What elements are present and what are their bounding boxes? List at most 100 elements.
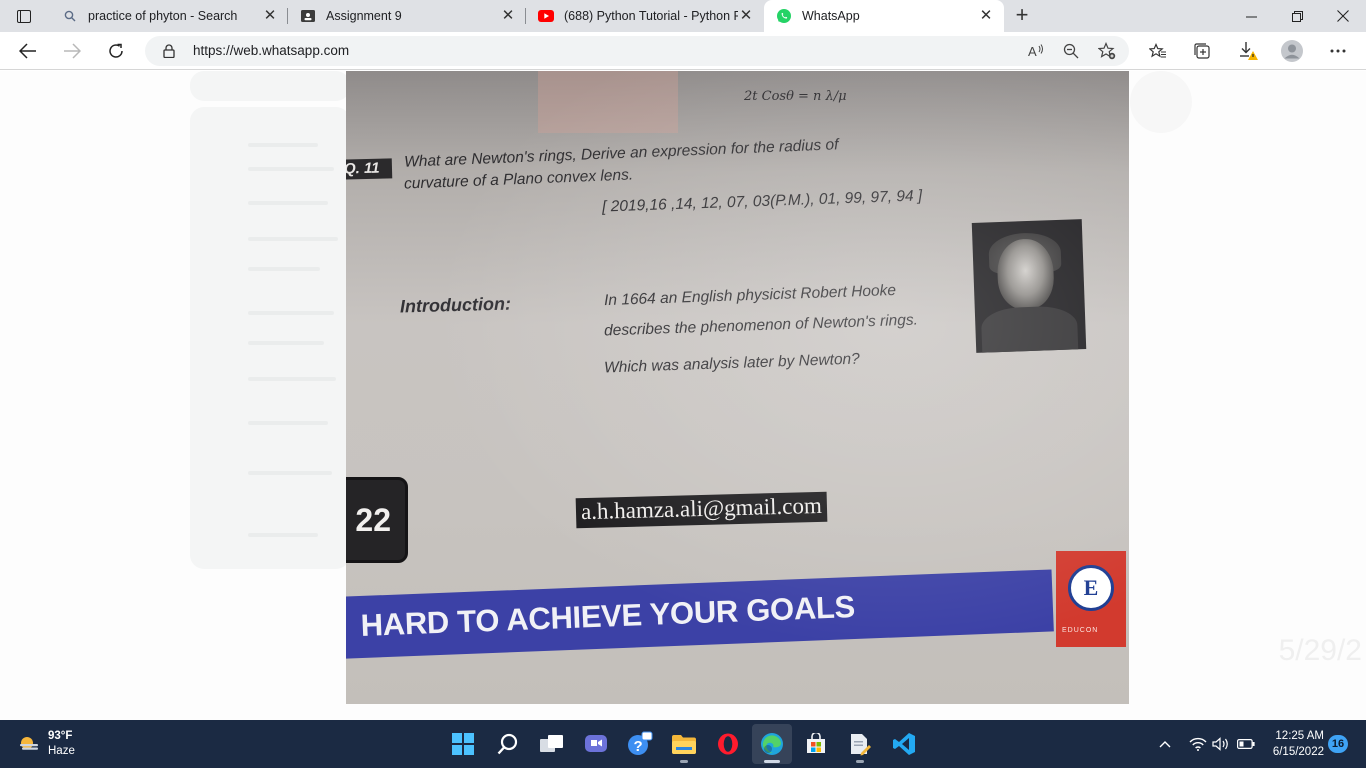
notification-badge[interactable]: 16: [1328, 735, 1348, 753]
zoom-out-icon[interactable]: [1059, 39, 1083, 63]
taskbar: 93°F Haze ? 12:25 AM 6/15/2022 16: [0, 720, 1366, 768]
tab-close-icon[interactable]: ✕: [978, 8, 994, 24]
tab-actions-button[interactable]: [8, 4, 40, 28]
weather-haze-icon: [20, 737, 38, 750]
arrow-left-icon: [19, 43, 36, 59]
close-window-button[interactable]: [1320, 0, 1366, 32]
windows-icon: [452, 733, 474, 755]
refresh-button[interactable]: [101, 36, 131, 66]
taskbar-search[interactable]: [488, 724, 528, 764]
network-button[interactable]: [1186, 732, 1210, 756]
new-tab-button[interactable]: +: [1010, 4, 1034, 28]
svg-text:?: ?: [634, 738, 643, 755]
address-bar[interactable]: https://web.whatsapp.com A: [145, 36, 1129, 66]
background-line: [248, 421, 328, 425]
question-number: Q. 11: [346, 158, 393, 180]
task-view-button[interactable]: [532, 724, 572, 764]
intro-line-3: Which was analysis later by Newton?: [603, 350, 861, 377]
settings-menu-button[interactable]: [1323, 36, 1353, 66]
start-button[interactable]: [443, 724, 483, 764]
speaker-icon: [1212, 737, 1228, 751]
close-icon: [1337, 10, 1349, 22]
tab-assignment[interactable]: Assignment 9 ✕: [288, 0, 526, 32]
portrait-image: [971, 219, 1087, 353]
tab-bing-search[interactable]: practice of phyton - Search ✕: [50, 0, 288, 32]
tab-title: (688) Python Tutorial - Python Fu: [564, 9, 738, 23]
opera-button[interactable]: [708, 724, 748, 764]
downloads-button[interactable]: [1233, 36, 1263, 66]
lock-icon: [163, 44, 175, 63]
question-line-2: curvature of a Plano convex lens.: [403, 166, 634, 193]
background-line: [248, 167, 334, 171]
page-number: 22: [346, 477, 408, 563]
back-button[interactable]: [13, 36, 43, 66]
book-photo[interactable]: 2t Cosθ = n λ/μ Q. 11 What are Newton's …: [346, 71, 1129, 704]
read-aloud-icon[interactable]: A: [1025, 39, 1049, 63]
vscode-button[interactable]: [884, 724, 924, 764]
tab-actions-icon: [17, 9, 31, 23]
whatsapp-media-viewer: 5/29/2 2t Cosθ = n λ/μ Q. 11 What are Ne…: [0, 71, 1366, 720]
clock-date: 6/15/2022: [1272, 746, 1324, 758]
tab-close-icon[interactable]: ✕: [738, 8, 754, 24]
logo-caption: EDUCON: [1062, 627, 1099, 634]
system-clock[interactable]: 12:25 AM 6/15/2022: [1262, 728, 1324, 760]
more-icon: [1330, 49, 1346, 53]
store-icon: [807, 733, 825, 753]
classroom-icon: [300, 8, 316, 24]
download-icon: [1240, 42, 1258, 60]
portrait-coat: [980, 305, 1079, 353]
get-help-button[interactable]: ?: [620, 724, 660, 764]
watermark-email: a.h.hamza.ali@gmail.com: [575, 491, 828, 529]
teams-chat-button[interactable]: [576, 724, 616, 764]
vscode-icon: [893, 733, 915, 755]
collections-button[interactable]: [1187, 36, 1217, 66]
tab-close-icon[interactable]: ✕: [500, 8, 516, 24]
wifi-icon: [1189, 737, 1207, 751]
profile-button[interactable]: [1277, 36, 1307, 66]
microsoft-store-button[interactable]: [796, 724, 836, 764]
question-years: [ 2019,16 ,14, 12, 07, 03(P.M.), 01, 99,…: [601, 187, 923, 216]
minimize-icon: [1245, 16, 1257, 17]
logo-circle: E: [1068, 565, 1114, 611]
show-hidden-icons-button[interactable]: [1155, 732, 1175, 756]
publisher-logo: E EDUCON: [1056, 551, 1126, 647]
snipping-tool-button[interactable]: [840, 724, 880, 764]
arrow-right-icon: [64, 43, 81, 59]
logo-letter: E: [1083, 575, 1099, 600]
background-card: [190, 71, 350, 101]
volume-button[interactable]: [1210, 732, 1234, 756]
intro-line-1: In 1664 an English physicist Robert Hook…: [603, 281, 897, 310]
search-icon: [497, 733, 518, 755]
weather-widget[interactable]: 93°F Haze: [18, 729, 75, 759]
tab-title: practice of phyton - Search: [88, 9, 238, 23]
add-favorite-icon[interactable]: [1095, 39, 1119, 63]
task-view-icon: [540, 735, 563, 752]
background-avatar: [1130, 71, 1192, 133]
battery-button[interactable]: [1234, 732, 1258, 756]
weather-temp: 93°F: [48, 730, 73, 742]
refresh-icon: [109, 43, 123, 58]
minimize-button[interactable]: [1228, 0, 1274, 32]
file-explorer-button[interactable]: [664, 724, 704, 764]
edge-icon: [761, 733, 783, 755]
tab-close-icon[interactable]: ✕: [262, 8, 278, 24]
whatsapp-icon: [776, 8, 792, 24]
tab-title: Assignment 9: [326, 9, 402, 23]
restore-button[interactable]: [1274, 0, 1320, 32]
background-chat-panel: [190, 107, 350, 569]
background-line: [248, 377, 336, 381]
tab-whatsapp[interactable]: WhatsApp ✕: [764, 0, 1004, 32]
edge-button[interactable]: [752, 724, 792, 764]
teams-chat-icon: [585, 735, 607, 752]
background-line: [248, 267, 320, 271]
opera-icon: [718, 733, 738, 755]
background-line: [248, 533, 318, 537]
tab-youtube[interactable]: (688) Python Tutorial - Python Fu ✕: [526, 0, 764, 32]
background-line: [248, 201, 328, 205]
background-line: [248, 341, 324, 345]
tab-title: WhatsApp: [802, 9, 860, 23]
forward-button[interactable]: [57, 36, 87, 66]
favorites-button[interactable]: [1143, 36, 1173, 66]
avatar-icon: [1281, 40, 1303, 62]
help-icon: ?: [628, 731, 653, 755]
